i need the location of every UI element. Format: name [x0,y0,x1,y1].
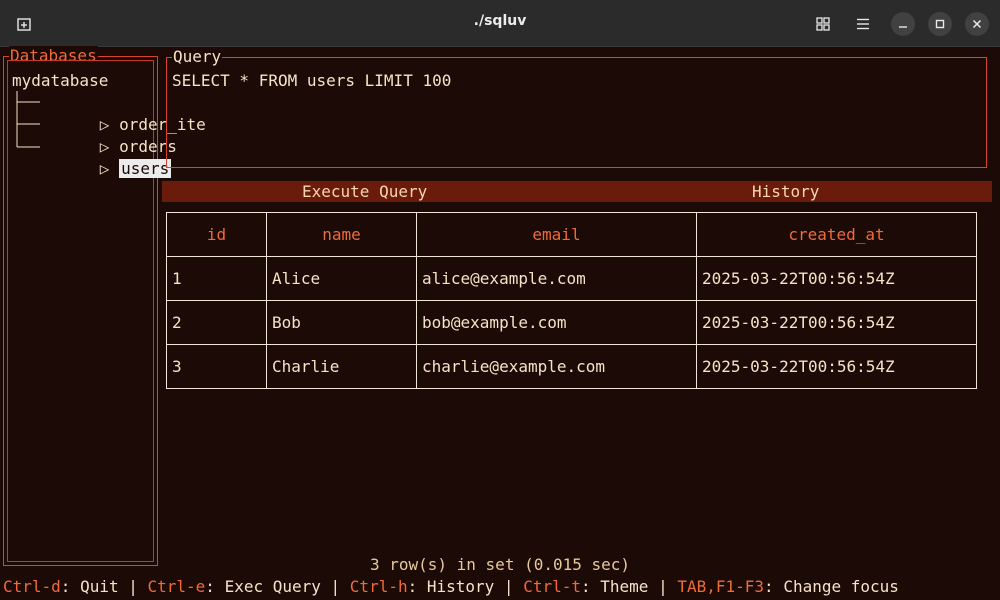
terminal-window: ./sqluv Databases mydatabase ▷ order_ite… [0,0,1000,600]
close-icon[interactable] [965,12,989,36]
maximize-icon[interactable] [928,12,952,36]
expander-icon: ▷ [99,159,110,178]
keybinding-key: Ctrl-e [147,577,206,596]
column-header-created-at[interactable]: created_at [696,212,977,257]
keybinding-key: Ctrl-h [349,577,408,596]
table-cell: 2025-03-22T00:56:54Z [696,300,977,345]
table-cell: Alice [266,256,417,301]
table-cell: alice@example.com [416,256,697,301]
keybinding-help-bar: Ctrl-d: Quit | Ctrl-e: Exec Query | Ctrl… [3,577,899,596]
table-node-users[interactable]: ▷ users [42,136,172,202]
table-cell: Bob [266,300,417,345]
history-button[interactable]: History [752,181,819,202]
hamburger-menu-icon[interactable] [850,11,876,37]
table-cell: 3 [166,344,267,389]
table-cell: 2 [166,300,267,345]
keybinding-desc: Quit [80,577,119,596]
table-cell: charlie@example.com [416,344,697,389]
keybinding-key: Ctrl-t [523,577,581,596]
query-editor[interactable]: Query SELECT * FROM users LIMIT 100 [166,47,987,168]
title-bar: ./sqluv [0,0,1000,47]
table-cell: 1 [166,256,267,301]
keybinding-key: TAB,F1-F3 [677,577,765,596]
table-row[interactable]: 2 Bob bob@example.com 2025-03-22T00:56:5… [166,300,977,345]
keybinding-desc: History [426,577,495,596]
database-node[interactable]: mydatabase [12,70,108,92]
minimize-icon[interactable] [891,12,915,36]
grid-view-icon[interactable] [810,11,836,37]
terminal-content: Databases mydatabase ▷ order_ite ▷ order… [0,46,1000,600]
table-node-label-selected: users [119,159,172,178]
column-header-email[interactable]: email [416,212,697,257]
keybinding-desc: Change focus [783,577,899,596]
results-table[interactable]: id name email created_at 1 Alice alice@e… [166,212,977,389]
table-cell: bob@example.com [416,300,697,345]
column-header-name[interactable]: name [266,212,417,257]
button-bar: Execute Query History [162,181,992,202]
tree-connector-lines [16,91,40,148]
table-row[interactable]: 3 Charlie charlie@example.com 2025-03-22… [166,344,977,389]
keybinding-key: Ctrl-d [3,577,61,596]
table-row[interactable]: 1 Alice alice@example.com 2025-03-22T00:… [166,256,977,301]
table-cell: 2025-03-22T00:56:54Z [696,344,977,389]
table-header-row: id name email created_at [166,212,977,257]
column-header-id[interactable]: id [166,212,267,257]
keybinding-desc: Exec Query [224,577,321,596]
query-panel-title: Query [172,47,223,67]
keybinding-desc: Theme [600,577,649,596]
table-cell: 2025-03-22T00:56:54Z [696,256,977,301]
query-text[interactable]: SELECT * FROM users LIMIT 100 [172,70,451,92]
status-line: 3 row(s) in set (0.015 sec) [369,555,631,574]
execute-query-button[interactable]: Execute Query [302,181,427,202]
table-cell: Charlie [266,344,417,389]
